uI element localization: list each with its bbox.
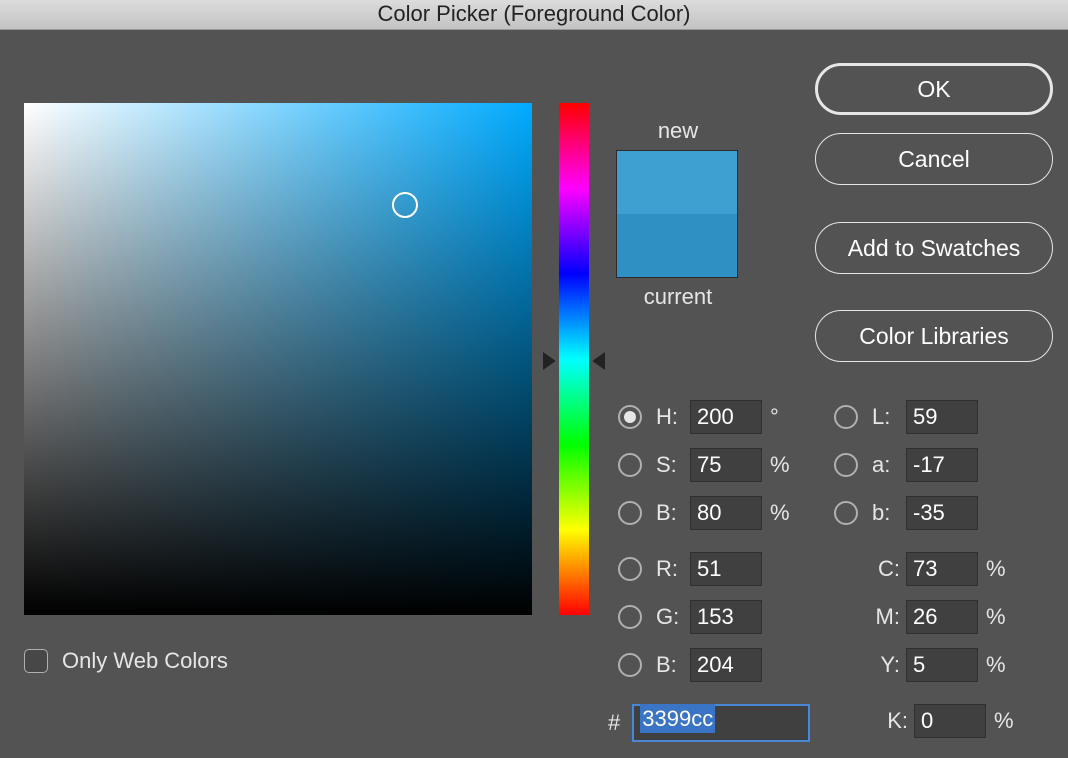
bl-label: B: — [656, 652, 690, 678]
red-radio[interactable] — [618, 557, 642, 581]
bl-input[interactable] — [690, 648, 762, 682]
r-label: R: — [656, 556, 690, 582]
only-web-colors-label: Only Web Colors — [62, 648, 228, 674]
color-picker-dialog: new current OK Cancel Add to Swatches Co… — [0, 30, 1068, 758]
m-label: M: — [872, 604, 906, 630]
m-input[interactable] — [906, 600, 978, 634]
color-value-fields: H: ° L: S: % a: B: % b: — [618, 393, 1048, 689]
k-unit: % — [986, 708, 1020, 734]
h-input[interactable] — [690, 400, 762, 434]
color-preview: new current — [616, 118, 740, 316]
s-label: S: — [656, 452, 690, 478]
hex-row: # 3399cc — [608, 704, 810, 742]
l-label: L: — [872, 404, 906, 430]
color-swatch-box — [616, 150, 738, 278]
c-unit: % — [978, 556, 1012, 582]
h-label: H: — [656, 404, 690, 430]
color-libraries-button[interactable]: Color Libraries — [815, 310, 1053, 362]
c-label: C: — [872, 556, 906, 582]
bh-input[interactable] — [690, 496, 762, 530]
s-input[interactable] — [690, 448, 762, 482]
saturation-radio[interactable] — [618, 453, 642, 477]
a-input[interactable] — [906, 448, 978, 482]
hex-input[interactable]: 3399cc — [632, 704, 810, 742]
window-title: Color Picker (Foreground Color) — [0, 0, 1068, 30]
m-unit: % — [978, 604, 1012, 630]
add-to-swatches-button[interactable]: Add to Swatches — [815, 222, 1053, 274]
only-web-colors-row: Only Web Colors — [24, 648, 228, 674]
current-color-label: current — [616, 284, 740, 310]
hue-radio[interactable] — [618, 405, 642, 429]
h-unit: ° — [762, 404, 796, 430]
hue-slider-handle-right[interactable] — [592, 353, 604, 369]
y-unit: % — [978, 652, 1012, 678]
g-input[interactable] — [690, 600, 762, 634]
hue-slider[interactable] — [559, 103, 589, 615]
r-input[interactable] — [690, 552, 762, 586]
l-radio[interactable] — [834, 405, 858, 429]
l-input[interactable] — [906, 400, 978, 434]
new-color-label: new — [616, 118, 740, 144]
k-input[interactable] — [914, 704, 986, 738]
new-color-swatch[interactable] — [617, 151, 737, 214]
brightness-radio[interactable] — [618, 501, 642, 525]
k-row: K: % — [842, 704, 1020, 738]
hex-label: # — [608, 710, 620, 736]
c-input[interactable] — [906, 552, 978, 586]
bh-unit: % — [762, 500, 796, 526]
hue-slider-handle-left[interactable] — [544, 353, 556, 369]
cancel-button[interactable]: Cancel — [815, 133, 1053, 185]
ok-button[interactable]: OK — [815, 63, 1053, 115]
bh-label: B: — [656, 500, 690, 526]
y-input[interactable] — [906, 648, 978, 682]
y-label: Y: — [872, 652, 906, 678]
b-radio[interactable] — [834, 501, 858, 525]
color-field-cursor[interactable] — [392, 192, 418, 218]
only-web-colors-checkbox[interactable] — [24, 649, 48, 673]
g-label: G: — [656, 604, 690, 630]
green-radio[interactable] — [618, 605, 642, 629]
a-radio[interactable] — [834, 453, 858, 477]
b-label: b: — [872, 500, 906, 526]
current-color-swatch[interactable] — [617, 214, 737, 277]
a-label: a: — [872, 452, 906, 478]
blue-radio[interactable] — [618, 653, 642, 677]
k-label: K: — [880, 708, 914, 734]
color-field[interactable] — [24, 103, 532, 615]
s-unit: % — [762, 452, 796, 478]
b-input[interactable] — [906, 496, 978, 530]
